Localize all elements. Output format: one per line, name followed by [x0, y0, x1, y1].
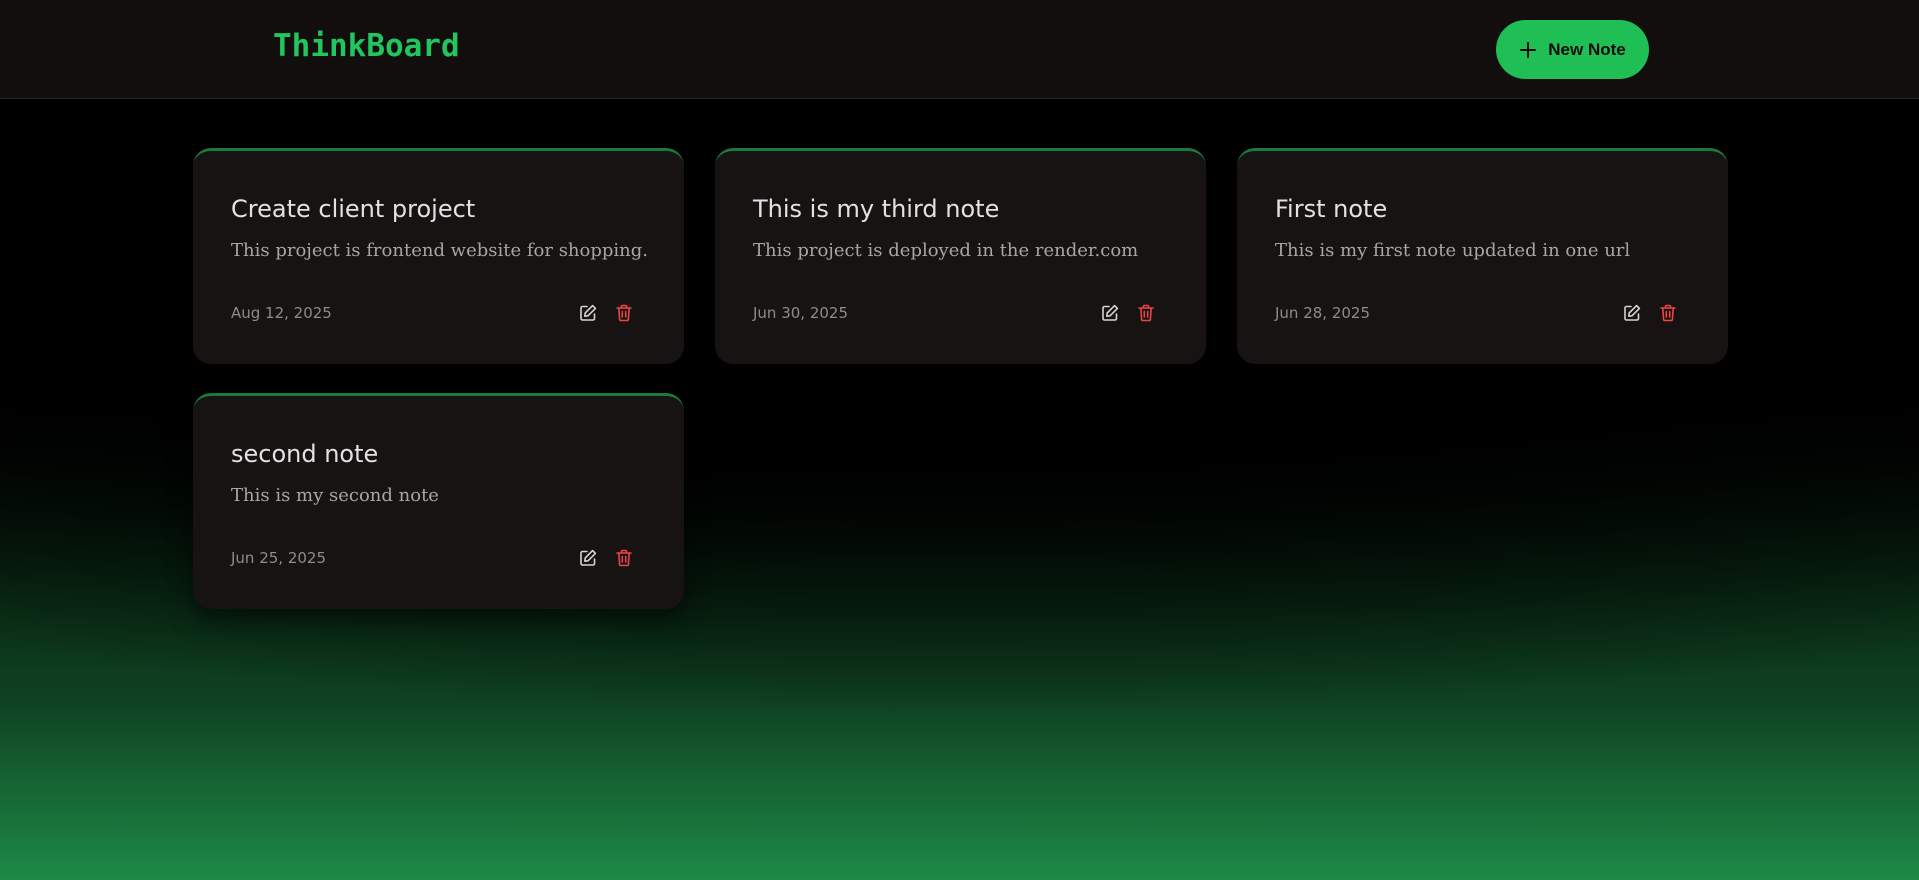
note-footer: Jun 28, 2025 [1275, 303, 1690, 323]
edit-icon[interactable] [1622, 303, 1642, 323]
note-title: second note [231, 440, 379, 468]
note-actions [1100, 303, 1156, 323]
new-note-label: New Note [1548, 39, 1626, 59]
note-date: Aug 12, 2025 [231, 304, 332, 322]
note-actions [578, 548, 634, 568]
trash-icon[interactable] [614, 548, 634, 568]
note-content: This project is deployed in the render.c… [753, 240, 1139, 261]
note-card[interactable]: This is my third note This project is de… [715, 148, 1206, 364]
note-title: First note [1275, 195, 1388, 223]
top-navbar: ThinkBoard New Note [0, 0, 1919, 99]
note-date: Jun 28, 2025 [1275, 304, 1371, 322]
note-date: Jun 30, 2025 [753, 304, 849, 322]
note-card[interactable]: First note This is my first note updated… [1237, 148, 1728, 364]
note-actions [1622, 303, 1678, 323]
note-title: Create client project [231, 195, 476, 223]
edit-icon[interactable] [578, 548, 598, 568]
edit-icon[interactable] [1100, 303, 1120, 323]
trash-icon[interactable] [1136, 303, 1156, 323]
trash-icon[interactable] [1658, 303, 1678, 323]
edit-icon[interactable] [578, 303, 598, 323]
note-footer: Aug 12, 2025 [231, 303, 646, 323]
note-card[interactable]: Create client project This project is fr… [193, 148, 684, 364]
note-footer: Jun 25, 2025 [231, 548, 646, 568]
trash-icon[interactable] [614, 303, 634, 323]
note-actions [578, 303, 634, 323]
note-content: This is my first note updated in one url [1275, 240, 1631, 261]
note-title: This is my third note [753, 195, 1000, 223]
note-card[interactable]: second note This is my second note Jun 2… [193, 393, 684, 609]
note-content: This is my second note [231, 485, 439, 506]
plus-icon [1519, 41, 1537, 59]
app-logo[interactable]: ThinkBoard [273, 28, 460, 64]
note-footer: Jun 30, 2025 [753, 303, 1168, 323]
note-date: Jun 25, 2025 [231, 549, 327, 567]
note-content: This project is frontend website for sho… [231, 240, 648, 261]
new-note-button[interactable]: New Note [1496, 20, 1649, 79]
